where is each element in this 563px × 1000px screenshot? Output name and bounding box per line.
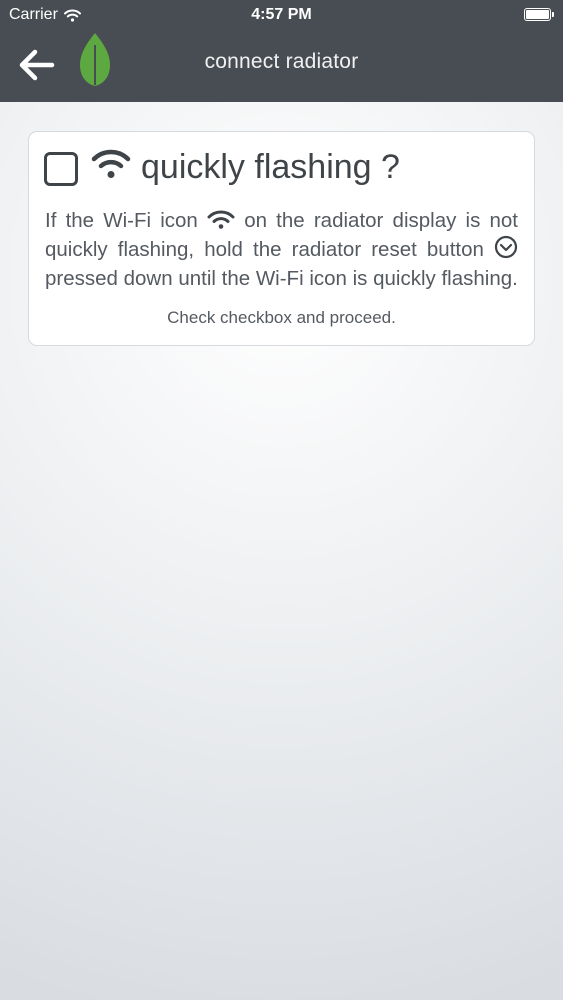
card-headline: quickly flashing ? bbox=[141, 148, 400, 186]
top-bar: Carrier 4:57 PM connect radiator bbox=[0, 0, 563, 102]
chevron-down-circle-icon bbox=[494, 235, 518, 259]
flashing-confirm-checkbox[interactable] bbox=[44, 152, 78, 186]
wifi-inline-icon bbox=[207, 210, 235, 229]
status-time: 4:57 PM bbox=[251, 6, 312, 23]
instruction-text-part3: pressed down until the Wi-Fi icon is qui… bbox=[45, 267, 518, 290]
proceed-hint: Check checkbox and proceed. bbox=[167, 308, 396, 327]
battery-icon bbox=[524, 8, 554, 21]
page-title: connect radiator bbox=[204, 50, 359, 73]
instruction-text: If the Wi-Fi icon on the radiator displa… bbox=[45, 206, 518, 293]
wifi-icon bbox=[91, 149, 131, 178]
instruction-text-part1: If the Wi-Fi icon bbox=[45, 209, 198, 232]
instruction-card: quickly flashing ? If the Wi-Fi icon on … bbox=[28, 131, 535, 346]
status-bar: Carrier 4:57 PM bbox=[0, 0, 563, 30]
